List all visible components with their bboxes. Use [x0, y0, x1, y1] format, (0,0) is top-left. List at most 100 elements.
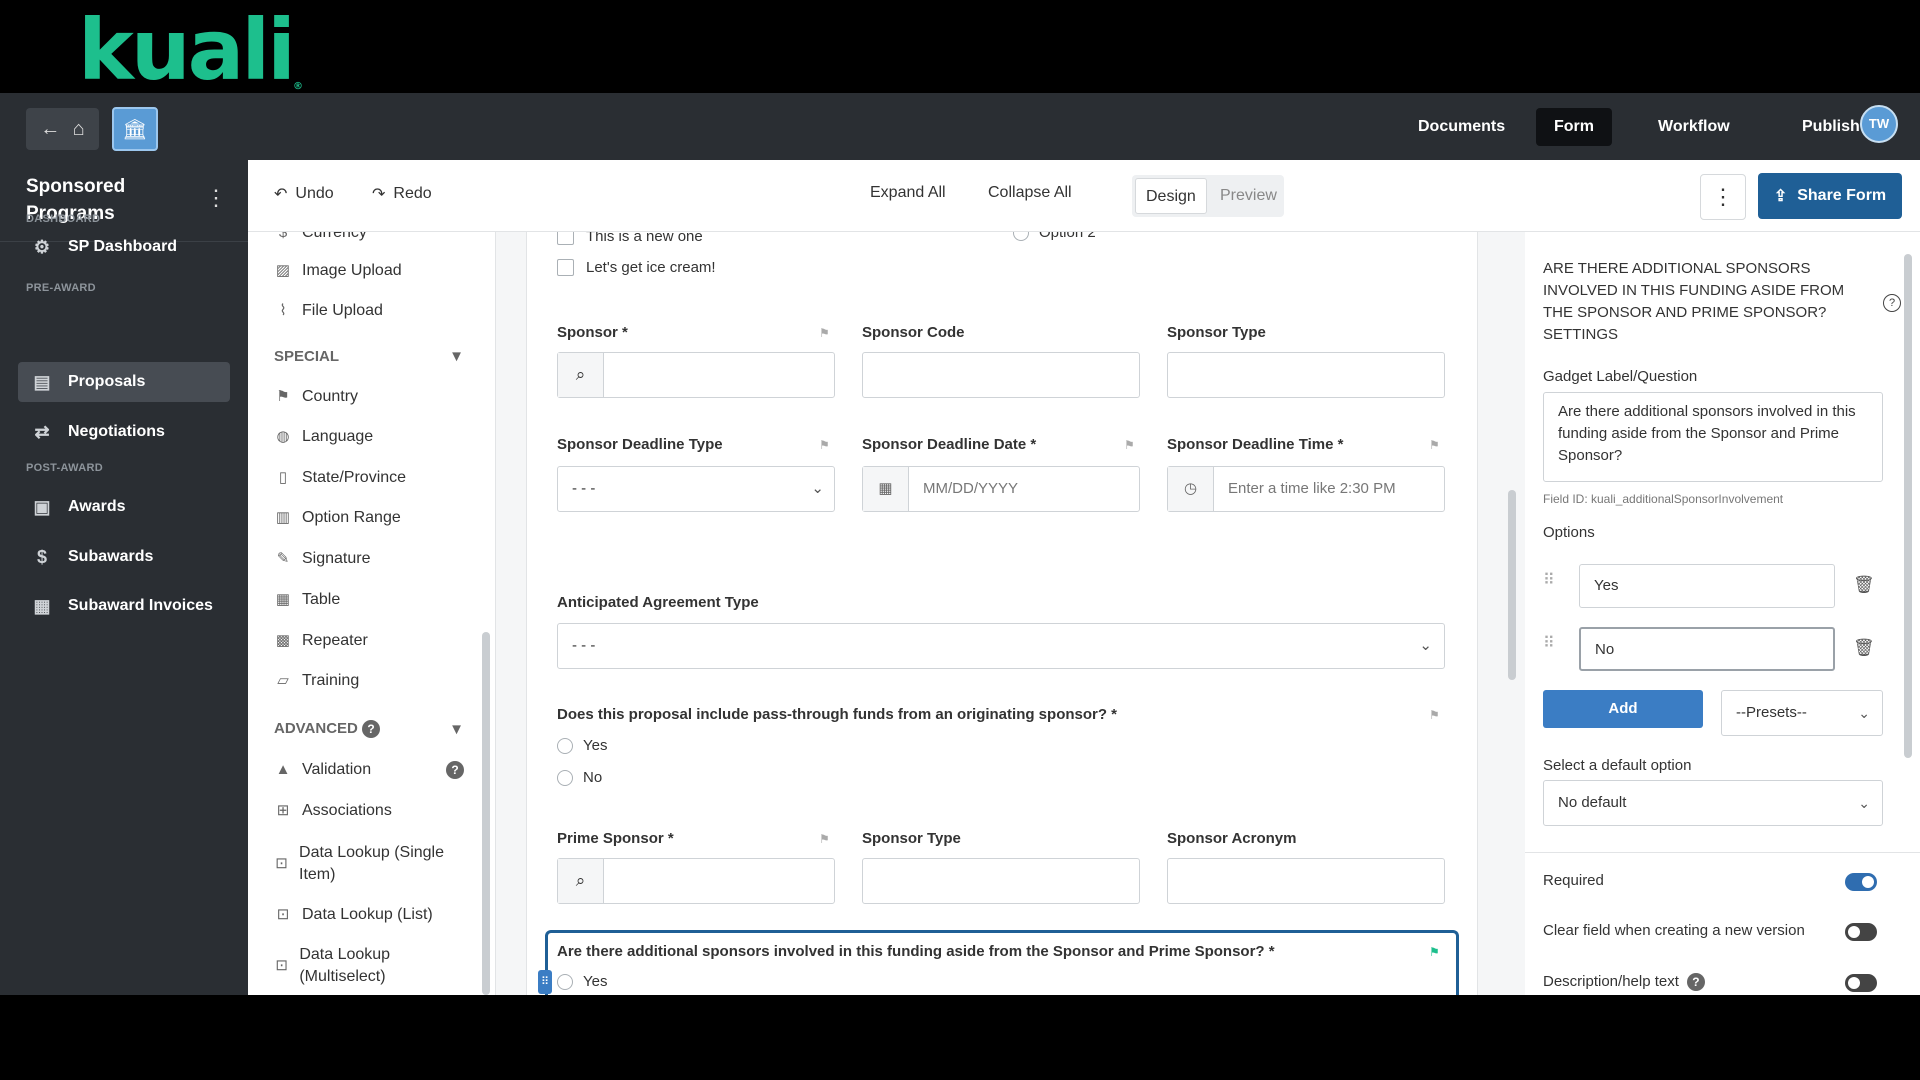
prime-sponsor-search-field[interactable]: ⌕ — [557, 858, 835, 904]
radio-pass-through-no[interactable]: No — [557, 769, 602, 786]
drag-handle-icon[interactable]: ⠿ — [1543, 633, 1555, 653]
checkbox-new-one[interactable]: This is a new one — [557, 232, 703, 245]
deadline-time-field[interactable]: ◷ Enter a time like 2:30 PM — [1167, 466, 1445, 512]
gadget-currency[interactable]: $ Currency — [274, 232, 367, 242]
help-icon[interactable]: ? — [1883, 294, 1901, 312]
properties-scrollbar[interactable] — [1904, 254, 1912, 758]
flag-icon[interactable]: ⚑ — [819, 832, 831, 846]
image-icon: ▨ — [275, 262, 291, 279]
advanced-section-header[interactable]: ADVANCED ? ▼ — [274, 720, 464, 738]
help-icon[interactable]: ? — [446, 761, 464, 779]
gadget-image-upload[interactable]: ▨ Image Upload — [274, 262, 402, 280]
agreement-type-select[interactable]: - - - ⌄ — [557, 623, 1445, 669]
flag-icon: ⚑ — [276, 388, 290, 405]
globe-icon: ◍ — [276, 428, 290, 445]
home-icon[interactable]: ⌂ — [73, 118, 85, 141]
app-menu-icon[interactable]: ⋮ — [205, 185, 227, 211]
flag-icon[interactable]: ⚑ — [1124, 438, 1136, 452]
search-icon[interactable]: ⌕ — [558, 353, 604, 397]
nav-sp-dashboard[interactable]: ⚙ SP Dashboard — [18, 227, 230, 267]
expand-all-button[interactable]: Expand All — [870, 184, 946, 202]
special-section-header[interactable]: SPECIAL ▼ — [274, 348, 464, 365]
awards-icon: ▣ — [33, 496, 51, 517]
radio-pass-through-yes[interactable]: Yes — [557, 737, 607, 754]
flag-icon[interactable]: ⚑ — [1429, 438, 1441, 452]
flag-icon[interactable]: ⚑ — [819, 326, 831, 340]
selected-gadget[interactable] — [545, 930, 1459, 995]
gadget-repeater[interactable]: ▩ Repeater — [274, 632, 368, 650]
gadget-language[interactable]: ◍ Language — [274, 428, 373, 446]
deadline-date-field[interactable]: ▦ MM/DD/YYYY — [862, 466, 1140, 512]
gadget-label-input[interactable]: Are there additional sponsors involved i… — [1543, 392, 1883, 482]
radio-additional-yes[interactable]: Yes — [557, 973, 607, 990]
flag-icon[interactable]: ⚑ — [819, 438, 831, 452]
tab-documents[interactable]: Documents — [1400, 108, 1523, 146]
option-input-no[interactable]: No — [1579, 627, 1835, 671]
nav-subaward-invoices[interactable]: ▦ Subaward Invoices — [18, 586, 230, 626]
chevron-down-icon: ⌄ — [1858, 795, 1870, 811]
nav-negotiations[interactable]: ⇄ Negotiations — [18, 412, 230, 452]
drag-handle-icon[interactable]: ⠿ — [538, 970, 552, 994]
sponsor-type-field[interactable] — [1167, 352, 1445, 398]
checkbox-ice-cream[interactable]: Let's get ice cream! — [557, 259, 716, 276]
canvas-scrollbar[interactable] — [1508, 490, 1516, 680]
gadget-data-lookup-multiselect[interactable]: ⊡ Data Lookup (Multiselect) — [274, 944, 454, 988]
clock-icon[interactable]: ◷ — [1168, 467, 1214, 511]
gadget-training[interactable]: ▱ Training — [274, 672, 359, 690]
gadget-country[interactable]: ⚑ Country — [274, 388, 358, 406]
back-home-group[interactable]: ← ⌂ — [26, 108, 99, 150]
required-label: Required — [1543, 872, 1604, 889]
tab-form[interactable]: Form — [1536, 108, 1612, 146]
drag-handle-icon[interactable]: ⠿ — [1543, 570, 1555, 590]
gadget-signature[interactable]: ✎ Signature — [274, 550, 371, 568]
sponsor-acronym-label: Sponsor Acronym — [1167, 830, 1297, 847]
flag-icon[interactable]: ⚑ — [1429, 945, 1441, 959]
flag-icon[interactable]: ⚑ — [1429, 708, 1441, 722]
add-option-button[interactable]: Add — [1543, 690, 1703, 728]
gadget-state-province[interactable]: ▯ State/Province — [274, 469, 406, 487]
gadget-data-lookup-list[interactable]: ⊡ Data Lookup (List) — [274, 906, 433, 924]
repeater-icon: ▩ — [275, 632, 291, 649]
user-avatar[interactable]: TW — [1860, 105, 1898, 143]
required-toggle[interactable] — [1845, 873, 1877, 891]
nav-subawards[interactable]: $ Subawards — [18, 537, 230, 577]
design-button[interactable]: Design — [1135, 178, 1207, 214]
help-icon[interactable]: ? — [362, 720, 381, 738]
gadget-option-range[interactable]: ▥ Option Range — [274, 509, 401, 527]
back-arrow-icon[interactable]: ← — [40, 118, 60, 141]
gadget-validation[interactable]: ▲ Validation? — [274, 761, 464, 779]
trash-icon[interactable]: 🗑 — [1853, 638, 1875, 658]
help-icon[interactable]: ? — [1686, 973, 1705, 992]
more-options-button[interactable]: ⋮ — [1700, 174, 1746, 220]
section-dashboard: DASHBOARD — [26, 213, 101, 225]
sponsor-code-field[interactable] — [862, 352, 1140, 398]
search-icon[interactable]: ⌕ — [558, 859, 604, 903]
trash-icon[interactable]: 🗑 — [1853, 575, 1875, 595]
gadget-data-lookup-single[interactable]: ⊡ Data Lookup (Single Item) — [274, 842, 454, 886]
deadline-type-select[interactable]: - - - ⌄ — [557, 466, 835, 512]
nav-awards[interactable]: ▣ Awards — [18, 487, 230, 527]
sponsor-acronym-field[interactable] — [1167, 858, 1445, 904]
description-toggle[interactable] — [1845, 974, 1877, 992]
clear-field-toggle[interactable] — [1845, 923, 1877, 941]
sponsor-type-2-field[interactable] — [862, 858, 1140, 904]
undo-button[interactable]: ↶ Undo — [274, 184, 334, 204]
tab-workflow[interactable]: Workflow — [1640, 108, 1748, 146]
institution-icon[interactable]: 🏛 — [112, 107, 158, 151]
redo-button[interactable]: ↷ Redo — [372, 184, 432, 204]
signature-icon: ✎ — [276, 550, 290, 567]
calendar-icon[interactable]: ▦ — [863, 467, 909, 511]
gadget-table[interactable]: ▦ Table — [274, 591, 340, 609]
nav-proposals[interactable]: ▤ Proposals — [18, 362, 230, 402]
option-input-yes[interactable]: Yes — [1579, 564, 1835, 608]
palette-scrollbar[interactable] — [482, 632, 490, 995]
presets-select[interactable]: --Presets-- ⌄ — [1721, 690, 1883, 736]
preview-button[interactable]: Preview — [1210, 178, 1287, 214]
sponsor-search-field[interactable]: ⌕ — [557, 352, 835, 398]
share-form-button[interactable]: ⇪ Share Form — [1758, 173, 1902, 219]
radio-option-2[interactable]: Option 2 — [1013, 232, 1096, 241]
collapse-all-button[interactable]: Collapse All — [988, 184, 1072, 202]
default-option-select[interactable]: No default ⌄ — [1543, 780, 1883, 826]
gadget-associations[interactable]: ⊞ Associations — [274, 802, 392, 820]
gadget-file-upload[interactable]: ⌇ File Upload — [274, 302, 383, 320]
